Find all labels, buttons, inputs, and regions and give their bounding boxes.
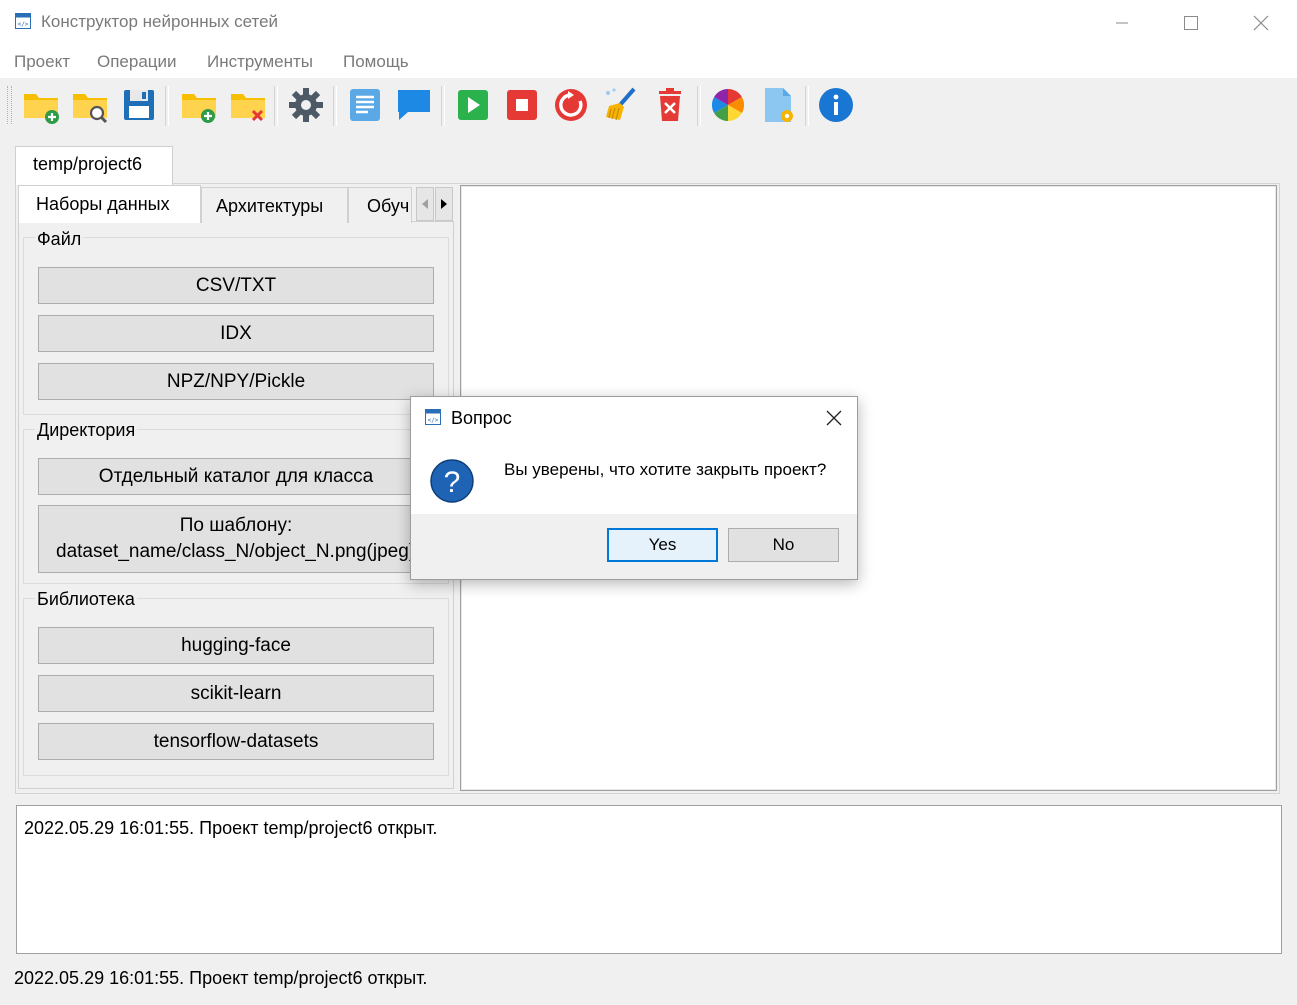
npz-npy-pickle-button[interactable]: NPZ/NPY/Pickle (38, 363, 434, 400)
group-directory-title: Директория (35, 420, 138, 441)
window-title: Конструктор нейронных сетей (41, 12, 279, 31)
template-button-line1: По шаблону: (179, 515, 293, 536)
new-folder-add-icon[interactable] (22, 86, 60, 124)
chat-bubble-icon[interactable] (395, 86, 433, 124)
menu-operations[interactable]: Операции (97, 52, 177, 72)
folder-add-icon[interactable] (180, 86, 218, 124)
toolbar-separator (165, 86, 169, 126)
menu-bar (0, 45, 1297, 78)
maximize-button[interactable] (1156, 0, 1226, 45)
tab-architectures-label: Архитектуры (216, 196, 324, 216)
menu-project[interactable]: Проект (14, 52, 70, 72)
toolbar-separator (274, 86, 278, 126)
close-icon (826, 410, 842, 426)
tensorflow-datasets-button[interactable]: tensorflow-datasets (38, 723, 434, 760)
hugging-face-button[interactable]: hugging-face (38, 627, 434, 664)
close-icon (1253, 15, 1269, 30)
tab-training[interactable]: Обуч (348, 187, 412, 223)
play-icon[interactable] (454, 86, 492, 124)
minimize-icon (1116, 22, 1128, 23)
folder-delete-icon[interactable] (229, 86, 267, 124)
tabs-scroll-left-button[interactable] (416, 187, 434, 221)
tab-architectures[interactable]: Архитектуры (201, 187, 348, 223)
document-settings-icon[interactable] (759, 86, 797, 124)
dialog-app-icon: </> (425, 409, 441, 425)
svg-text:</>: </> (18, 21, 29, 28)
restart-icon[interactable] (552, 86, 590, 124)
yes-button[interactable]: Yes (607, 528, 718, 562)
project-tab-label: temp/project6 (33, 154, 143, 174)
trash-delete-icon[interactable] (651, 86, 689, 124)
arrow-right-icon (441, 199, 447, 209)
toolbar-separator (333, 86, 337, 126)
color-wheel-icon[interactable] (709, 86, 747, 124)
toolbar-separator (805, 86, 809, 126)
group-file-title: Файл (35, 229, 84, 250)
group-library-title: Библиотека (35, 589, 137, 610)
template-directory-button[interactable]: По шаблону: dataset_name/class_N/object_… (38, 505, 434, 573)
idx-button[interactable]: IDX (38, 315, 434, 352)
menu-tools[interactable]: Инструменты (207, 52, 313, 72)
gear-icon[interactable] (287, 86, 325, 124)
toolbar-grip[interactable] (7, 86, 12, 124)
tabs-scroll-right-button[interactable] (435, 187, 453, 221)
dialog-close-button[interactable] (812, 398, 856, 438)
info-icon[interactable] (817, 86, 855, 124)
menu-help[interactable]: Помощь (343, 52, 409, 72)
toolbar-separator (441, 86, 445, 126)
minimize-button[interactable] (1087, 0, 1157, 45)
toolbar-separator (697, 86, 701, 126)
dialog-message: Вы уверены, что хотите закрыть проект? (504, 460, 827, 479)
tab-training-label: Обуч (367, 196, 410, 216)
svg-text:</>: </> (428, 417, 439, 424)
save-disk-icon[interactable] (120, 86, 158, 124)
close-window-button[interactable] (1226, 0, 1296, 45)
text-document-icon[interactable] (346, 86, 384, 124)
status-bar-text: 2022.05.29 16:01:55. Проект temp/project… (14, 968, 428, 988)
question-icon: ? (430, 459, 474, 503)
log-line: 2022.05.29 16:01:55. Проект temp/project… (24, 818, 438, 838)
dialog-title: Вопрос (451, 408, 512, 428)
no-button[interactable]: No (728, 528, 839, 562)
app-icon: </> (15, 13, 31, 29)
svg-text:?: ? (444, 466, 461, 499)
csv-txt-button[interactable]: CSV/TXT (38, 267, 434, 304)
tab-datasets[interactable]: Наборы данных (18, 185, 201, 223)
arrow-left-icon (422, 199, 428, 209)
template-button-line2: dataset_name/class_N/object_N.png(jpeg) (56, 541, 416, 562)
clean-broom-icon[interactable] (601, 86, 639, 124)
class-directory-button[interactable]: Отдельный каталог для класса (38, 458, 434, 495)
scikit-learn-button[interactable]: scikit-learn (38, 675, 434, 712)
tab-datasets-label: Наборы данных (36, 194, 170, 214)
stop-icon[interactable] (503, 86, 541, 124)
maximize-icon (1184, 15, 1198, 30)
folder-search-icon[interactable] (71, 86, 109, 124)
